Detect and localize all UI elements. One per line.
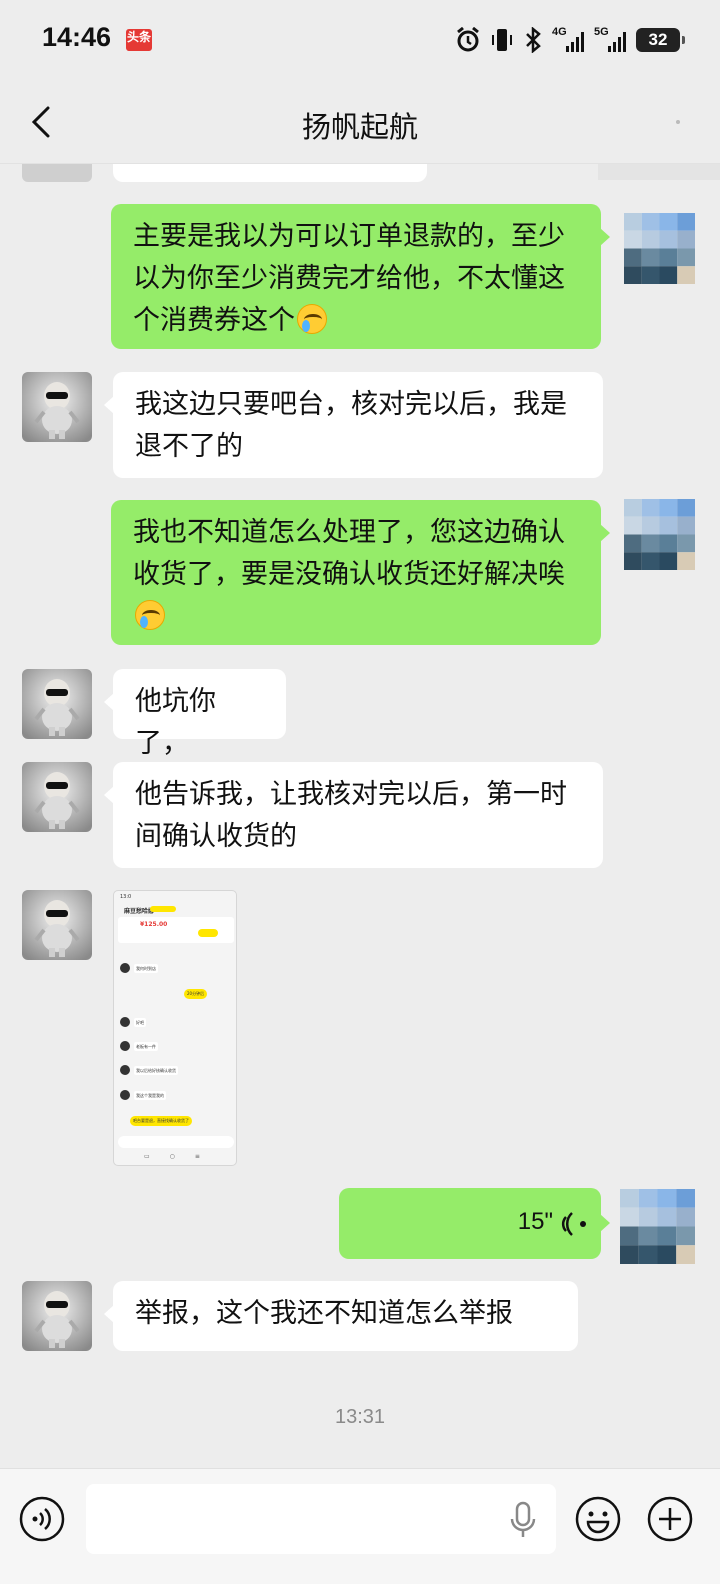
contact-avatar[interactable] <box>22 762 92 832</box>
add-more-icon[interactable] <box>646 1495 694 1543</box>
voice-duration: 15" <box>517 1208 553 1235</box>
input-bar <box>0 1468 720 1584</box>
more-icon[interactable] <box>676 120 680 124</box>
contact-avatar[interactable] <box>22 669 92 739</box>
my-avatar[interactable] <box>620 1188 695 1265</box>
status-icons: 4G 5G 32 <box>456 24 685 56</box>
bluetooth-icon <box>526 27 541 53</box>
my-avatar[interactable] <box>624 499 695 570</box>
message-bubble-incoming[interactable]: 我这边只要吧台，核对完以后，我是退不了的 <box>104 372 603 478</box>
message-bubble-outgoing[interactable]: 主要是我以为可以订单退款的，至少以为你至少消费完才给他，不太懂这个消费券这个 <box>111 204 610 349</box>
microphone-icon[interactable] <box>508 1500 538 1540</box>
tears-of-joy-emoji-icon <box>135 600 165 630</box>
battery-indicator: 32 <box>636 28 685 52</box>
message-bubble-incoming[interactable]: 他坑你了， <box>104 669 286 759</box>
vibrate-icon <box>492 29 512 51</box>
message-text: 我这边只要吧台，核对完以后，我是退不了的 <box>135 389 567 462</box>
voice-input-icon[interactable] <box>18 1495 66 1543</box>
tears-of-joy-emoji-icon <box>297 304 327 334</box>
message-bubble-outgoing[interactable]: 我也不知道怎么处理了，您这边确认收货了，要是没确认收货还好解决唉 <box>111 500 610 645</box>
screenshot-image-message[interactable]: 13:0 麻豆愁哈娜 ¥125.00 我何时到店 20分钟后 好吧 老板有一件 … <box>113 890 237 1166</box>
voice-message-bubble[interactable]: 15" <box>339 1188 610 1259</box>
toutiao-app-icon: 头条 <box>126 29 152 51</box>
message-text: 主要是我以为可以订单退款的，至少以为你至少消费完才给他，不太懂这个消费券这个 <box>133 221 565 336</box>
message-input[interactable] <box>86 1484 556 1554</box>
signal-5g-icon: 5G <box>594 26 626 54</box>
signal-4g-icon: 4G <box>552 26 584 54</box>
partial-avatar[interactable] <box>22 164 92 182</box>
message-text: 举报，这个我还不知道怎么举报 <box>135 1298 513 1329</box>
voice-wave-icon <box>561 1212 586 1236</box>
message-text: 他告诉我，让我核对完以后，第一时间确认收货的 <box>135 779 567 852</box>
alarm-icon <box>457 27 479 52</box>
message-text: 他坑你了， <box>135 686 216 759</box>
partial-avatar-right <box>598 164 720 180</box>
chat-title: 扬帆起航 <box>301 110 418 144</box>
status-time: 14:46 <box>42 22 112 52</box>
partial-bubble[interactable] <box>113 164 427 182</box>
status-bar: 14:46 头条 4G 5G 32 <box>0 0 720 80</box>
chat-timestamp: 13:31 <box>334 1406 386 1428</box>
contact-avatar[interactable] <box>22 372 92 442</box>
my-avatar[interactable] <box>624 213 695 284</box>
emoji-icon[interactable] <box>574 1495 622 1543</box>
message-text: 我也不知道怎么处理了，您这边确认收货了，要是没确认收货还好解决唉 <box>133 517 565 590</box>
chat-header: 扬帆起航 <box>0 80 720 164</box>
message-bubble-incoming[interactable]: 举报，这个我还不知道怎么举报 <box>104 1281 578 1351</box>
contact-avatar[interactable] <box>22 890 92 960</box>
contact-avatar[interactable] <box>22 1281 92 1351</box>
message-bubble-incoming[interactable]: 他告诉我，让我核对完以后，第一时间确认收货的 <box>104 762 603 868</box>
